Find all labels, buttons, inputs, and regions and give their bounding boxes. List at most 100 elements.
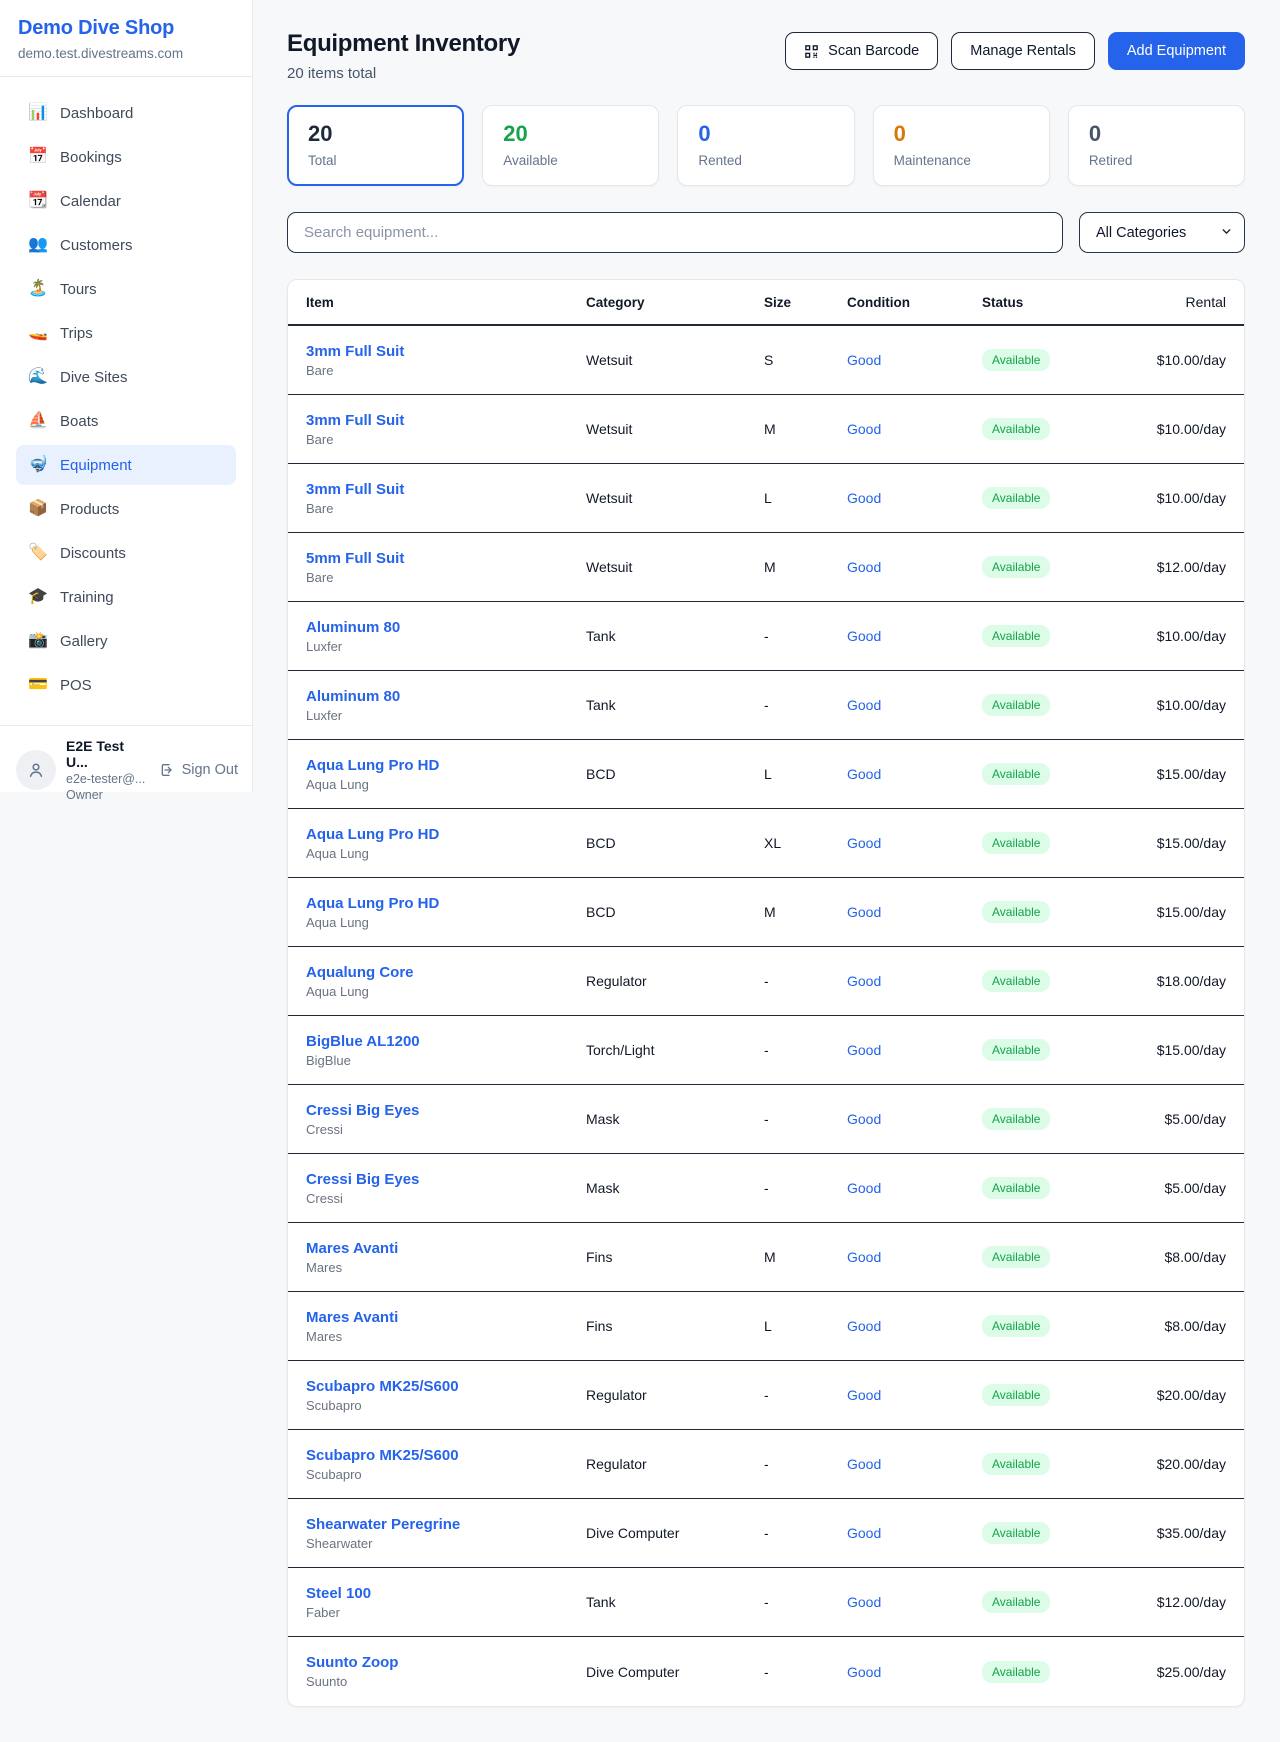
item-name-link[interactable]: Mares Avanti — [306, 1309, 586, 1326]
sidebar-item-gallery[interactable]: 📸 Gallery — [16, 621, 236, 661]
condition-link[interactable]: Good — [847, 1042, 982, 1058]
condition-link[interactable]: Good — [847, 352, 982, 368]
sidebar-item-pos[interactable]: 💳 POS — [16, 665, 236, 705]
category-cell: Tank — [586, 628, 764, 644]
item-brand: Bare — [306, 570, 586, 585]
items-total-count: 20 items total — [287, 65, 520, 82]
condition-link[interactable]: Good — [847, 1594, 982, 1610]
condition-link[interactable]: Good — [847, 1249, 982, 1265]
condition-link[interactable]: Good — [847, 490, 982, 506]
add-equipment-button[interactable]: Add Equipment — [1108, 32, 1245, 70]
item-name-link[interactable]: 3mm Full Suit — [306, 343, 586, 360]
search-input[interactable] — [287, 212, 1063, 253]
sidebar-item-calendar[interactable]: 📆 Calendar — [16, 181, 236, 221]
condition-link[interactable]: Good — [847, 628, 982, 644]
category-select[interactable]: All Categories — [1079, 212, 1245, 253]
status-cell: Available — [982, 1039, 1131, 1061]
item-name-link[interactable]: Steel 100 — [306, 1585, 586, 1602]
sidebar: Demo Dive Shop demo.test.divestreams.com… — [0, 0, 253, 792]
size-cell: M — [764, 421, 847, 437]
category-cell: Wetsuit — [586, 559, 764, 575]
status-cell: Available — [982, 1246, 1131, 1268]
item-name-link[interactable]: Aqualung Core — [306, 964, 586, 981]
sidebar-item-icon: 📦 — [28, 501, 48, 517]
condition-link[interactable]: Good — [847, 973, 982, 989]
item-name-link[interactable]: Mares Avanti — [306, 1240, 586, 1257]
sidebar-item-icon: 🎓 — [28, 589, 48, 605]
size-cell: - — [764, 1042, 847, 1058]
condition-link[interactable]: Good — [847, 1525, 982, 1541]
sidebar-nav: 📊 Dashboard 📅 Bookings 📆 Calendar — [0, 77, 252, 725]
condition-link[interactable]: Good — [847, 904, 982, 920]
category-cell: Wetsuit — [586, 490, 764, 506]
category-cell: Wetsuit — [586, 352, 764, 368]
size-cell: - — [764, 1111, 847, 1127]
item-brand: Bare — [306, 501, 586, 516]
sidebar-item-products[interactable]: 📦 Products — [16, 489, 236, 529]
sidebar-item-bookings[interactable]: 📅 Bookings — [16, 137, 236, 177]
item-name-link[interactable]: 3mm Full Suit — [306, 412, 586, 429]
status-badge: Available — [982, 1177, 1050, 1199]
status-cell: Available — [982, 1315, 1131, 1337]
status-cell: Available — [982, 1177, 1131, 1199]
condition-link[interactable]: Good — [847, 835, 982, 851]
scan-barcode-button[interactable]: Scan Barcode — [785, 32, 938, 70]
sidebar-item-customers[interactable]: 👥 Customers — [16, 225, 236, 265]
size-cell: L — [764, 766, 847, 782]
item-name-link[interactable]: Scubapro MK25/S600 — [306, 1378, 586, 1395]
item-name-link[interactable]: Aluminum 80 — [306, 688, 586, 705]
item-name-link[interactable]: 5mm Full Suit — [306, 550, 586, 567]
sidebar-item-dive-sites[interactable]: 🌊 Dive Sites — [16, 357, 236, 397]
sidebar-item-equipment[interactable]: 🤿 Equipment — [16, 445, 236, 485]
item-name-link[interactable]: Aqua Lung Pro HD — [306, 757, 586, 774]
item-brand: Mares — [306, 1329, 586, 1344]
rental-cell: $10.00/day — [1131, 697, 1226, 713]
status-cell: Available — [982, 1591, 1131, 1613]
stat-card-total[interactable]: 20 Total — [287, 105, 464, 186]
sidebar-item-icon: 📊 — [28, 105, 48, 121]
condition-link[interactable]: Good — [847, 1318, 982, 1334]
item-name-link[interactable]: Aqua Lung Pro HD — [306, 826, 586, 843]
stat-card-maintenance[interactable]: 0 Maintenance — [873, 105, 1050, 186]
sign-out-button[interactable]: Sign Out — [159, 762, 238, 778]
condition-link[interactable]: Good — [847, 1664, 982, 1680]
item-name-link[interactable]: Aqua Lung Pro HD — [306, 895, 586, 912]
equipment-row: Aqua Lung Pro HD Aqua Lung BCD M Good Av… — [288, 878, 1244, 947]
item-name-link[interactable]: Scubapro MK25/S600 — [306, 1447, 586, 1464]
stat-card-rented[interactable]: 0 Rented — [677, 105, 854, 186]
item-name-link[interactable]: Cressi Big Eyes — [306, 1171, 586, 1188]
item-name-link[interactable]: Cressi Big Eyes — [306, 1102, 586, 1119]
category-cell: Regulator — [586, 1387, 764, 1403]
sidebar-item-dashboard[interactable]: 📊 Dashboard — [16, 93, 236, 133]
column-header-condition: Condition — [847, 295, 982, 310]
condition-link[interactable]: Good — [847, 697, 982, 713]
sidebar-item-tours[interactable]: 🏝️ Tours — [16, 269, 236, 309]
sidebar-item-training[interactable]: 🎓 Training — [16, 577, 236, 617]
item-name-link[interactable]: Aluminum 80 — [306, 619, 586, 636]
size-cell: L — [764, 1318, 847, 1334]
sidebar-item-discounts[interactable]: 🏷️ Discounts — [16, 533, 236, 573]
sidebar-item-trips[interactable]: 🚤 Trips — [16, 313, 236, 353]
sidebar-item-icon: 🌊 — [28, 369, 48, 385]
item-name-link[interactable]: Suunto Zoop — [306, 1654, 586, 1671]
stat-card-available[interactable]: 20 Available — [482, 105, 659, 186]
condition-link[interactable]: Good — [847, 766, 982, 782]
condition-link[interactable]: Good — [847, 559, 982, 575]
stat-card-retired[interactable]: 0 Retired — [1068, 105, 1245, 186]
condition-link[interactable]: Good — [847, 421, 982, 437]
status-badge: Available — [982, 487, 1050, 509]
sign-out-label: Sign Out — [182, 762, 238, 778]
item-brand: Suunto — [306, 1674, 586, 1689]
item-name-link[interactable]: Shearwater Peregrine — [306, 1516, 586, 1533]
manage-rentals-button[interactable]: Manage Rentals — [951, 32, 1095, 70]
condition-link[interactable]: Good — [847, 1111, 982, 1127]
item-name-link[interactable]: 3mm Full Suit — [306, 481, 586, 498]
sidebar-item-boats[interactable]: ⛵ Boats — [16, 401, 236, 441]
condition-link[interactable]: Good — [847, 1387, 982, 1403]
item-cell: 3mm Full Suit Bare — [306, 412, 586, 447]
item-name-link[interactable]: BigBlue AL1200 — [306, 1033, 586, 1050]
column-header-category: Category — [586, 295, 764, 310]
condition-link[interactable]: Good — [847, 1456, 982, 1472]
sidebar-item-label: Boats — [60, 413, 98, 430]
condition-link[interactable]: Good — [847, 1180, 982, 1196]
